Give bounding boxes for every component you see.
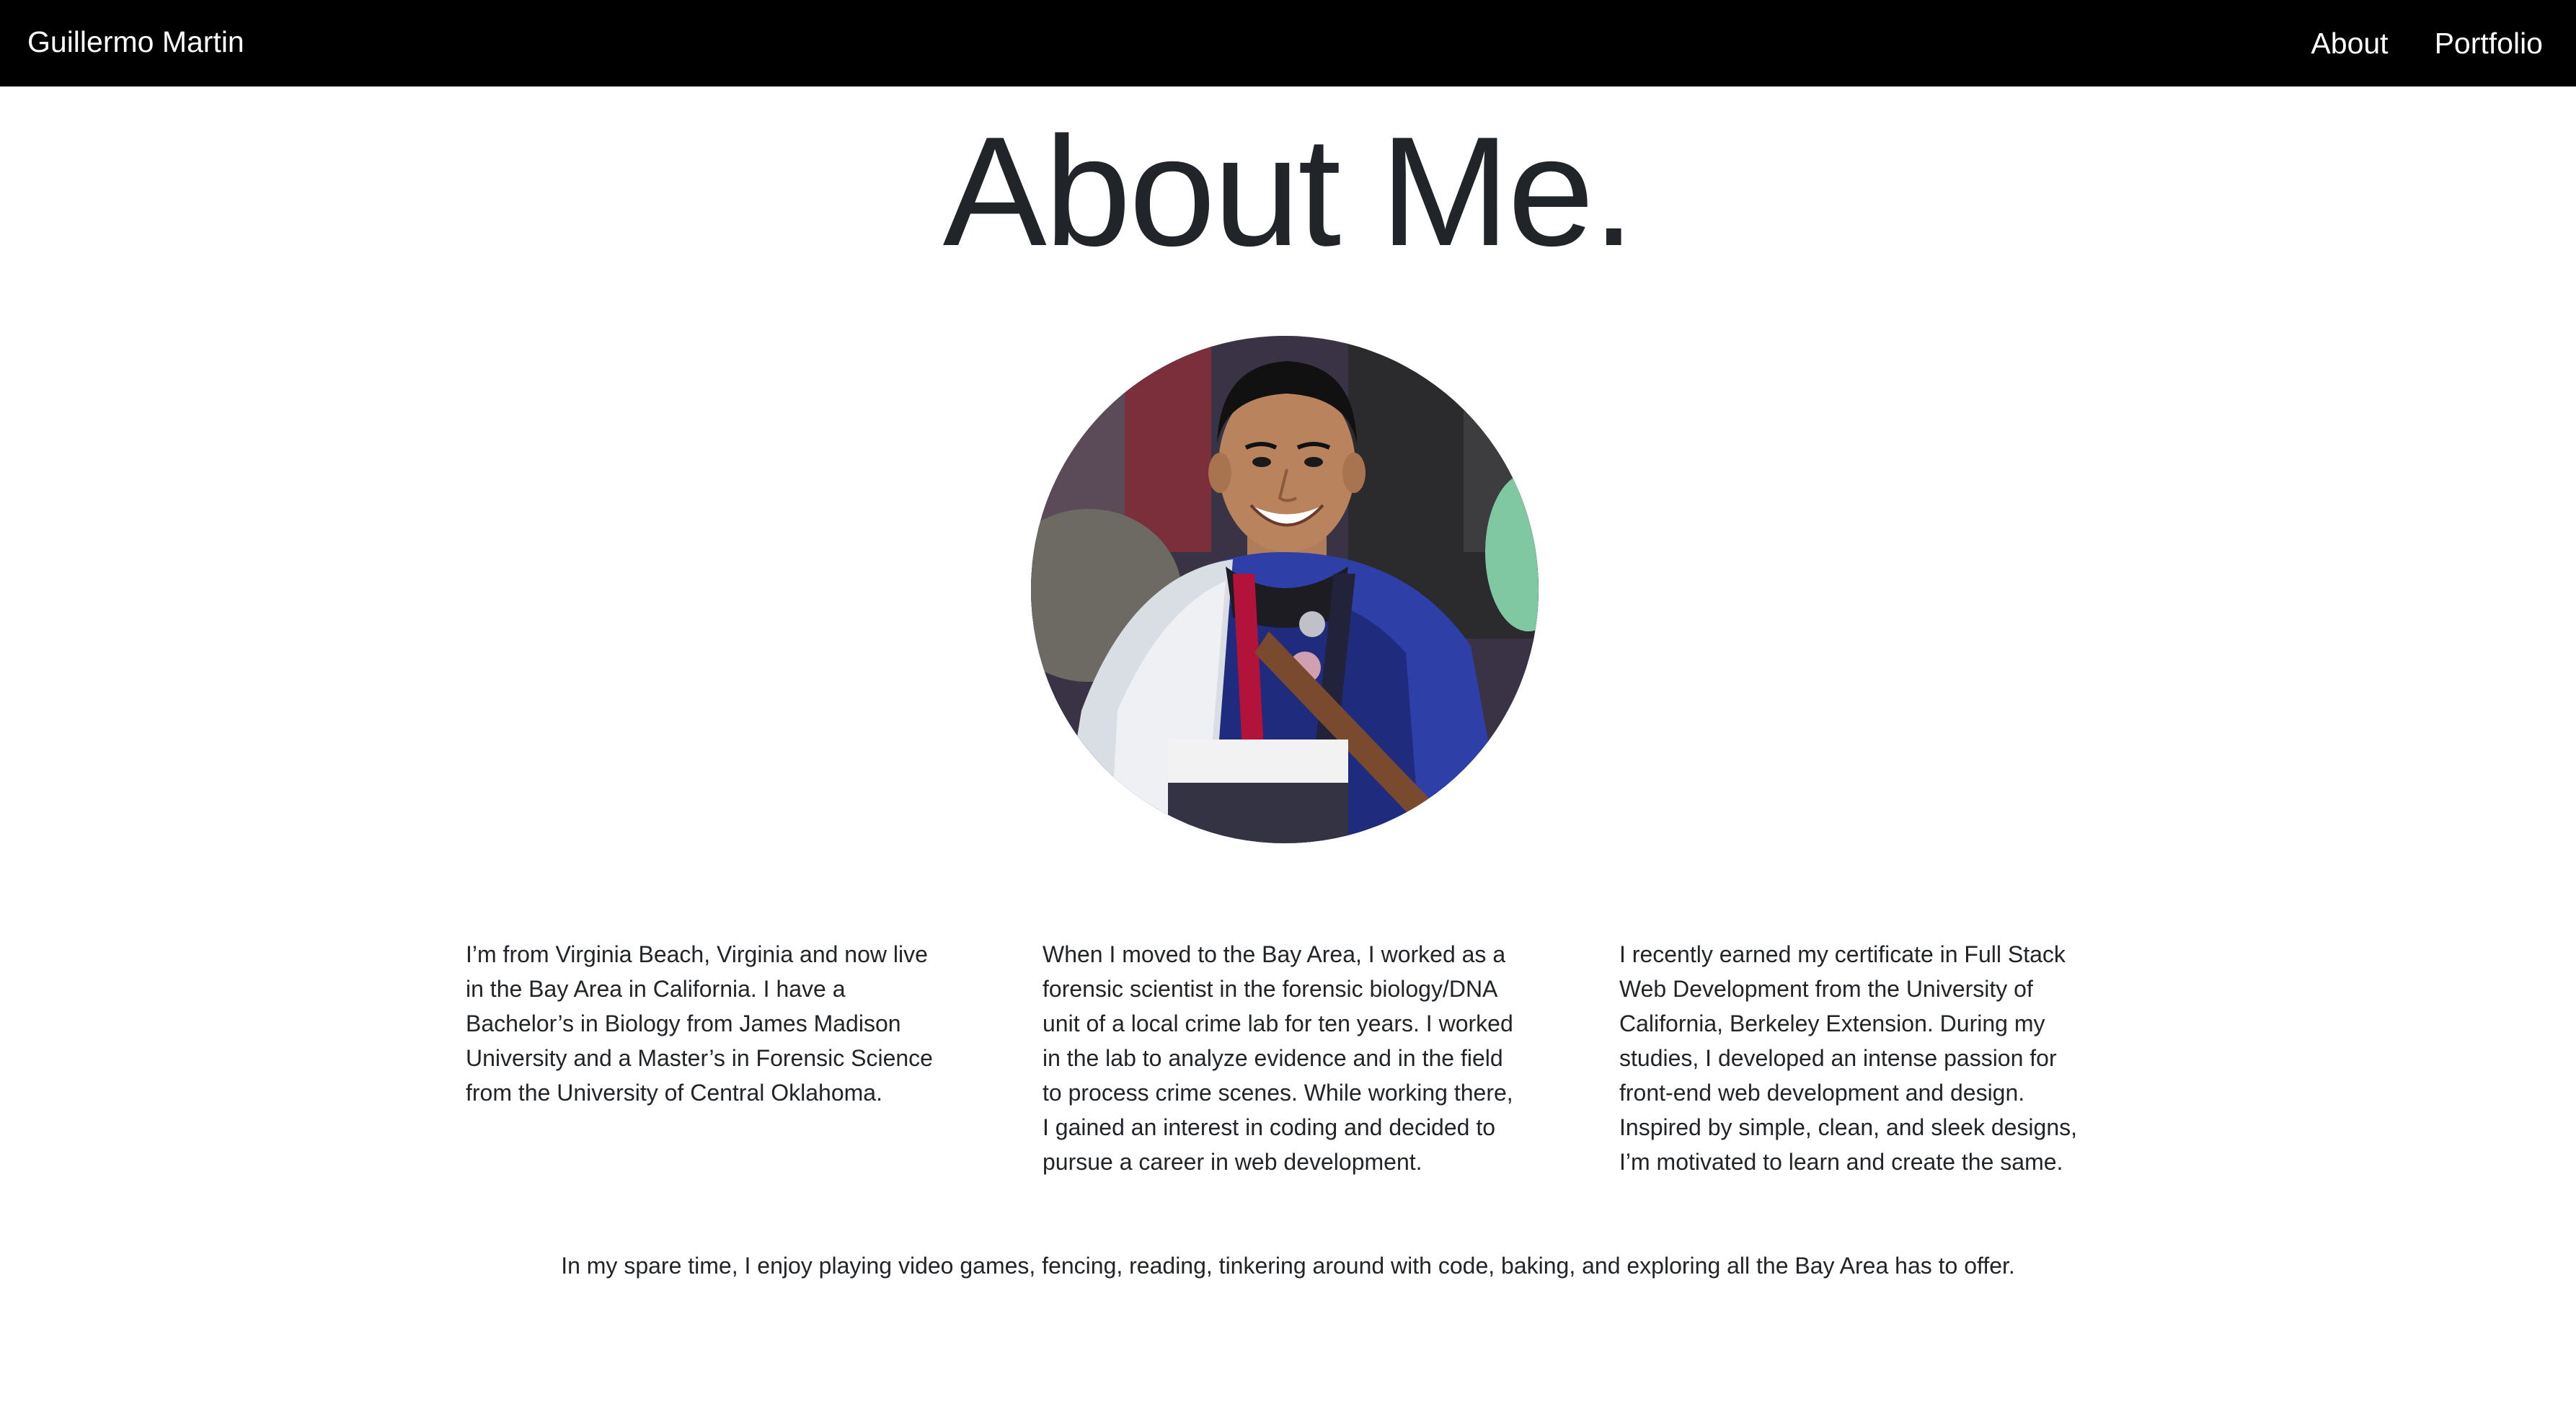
brand-link[interactable]: Guillermo Martin xyxy=(27,0,244,86)
page-title: About Me. xyxy=(942,104,1636,278)
top-navbar: Guillermo Martin About Portfolio xyxy=(0,0,2576,86)
hobbies-paragraph: In my spare time, I enjoy playing video … xyxy=(561,1253,2015,1279)
nav-links: About Portfolio xyxy=(2311,0,2543,86)
nav-link-about[interactable]: About xyxy=(2311,27,2388,61)
nav-link-portfolio[interactable]: Portfolio xyxy=(2435,27,2543,61)
bio-paragraph-background: I’m from Virginia Beach, Virginia and no… xyxy=(466,941,933,1106)
profile-photo xyxy=(1031,336,1539,843)
bio-paragraph-education: I recently earned my certificate in Full… xyxy=(1619,941,2078,1175)
bio-paragraph-career: When I moved to the Bay Area, I worked a… xyxy=(1043,941,1513,1175)
